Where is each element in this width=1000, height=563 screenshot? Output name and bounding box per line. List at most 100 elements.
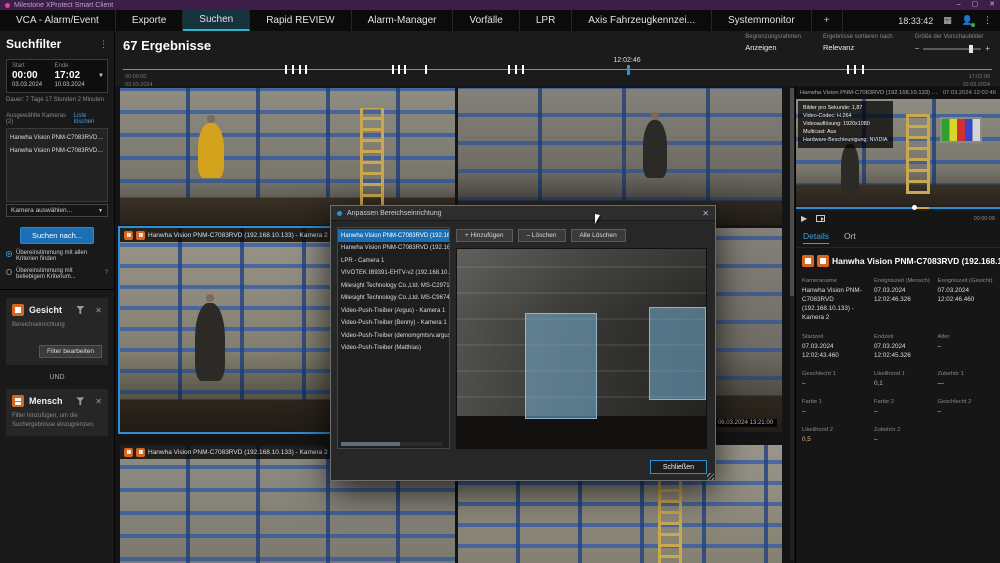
detail-field: Farbe 1– — [802, 399, 867, 416]
duration-text: Dauer: 7 Tage 17 Stunden 2 Minuten — [6, 97, 108, 103]
tab-vca-alarm-event[interactable]: VCA - Alarm/Event — [0, 10, 116, 31]
playback-mode-icon[interactable] — [816, 215, 825, 222]
chevron-down-icon: ▼ — [98, 73, 104, 79]
bbox-label: Begrenzungsrahmen — [745, 34, 801, 40]
dialog-close-icon[interactable]: ✕ — [702, 209, 709, 218]
dialog-camera-item[interactable]: Video-Push-Treiber (demomgmtsrv.argus.eu… — [338, 329, 449, 342]
playhead[interactable] — [912, 205, 917, 210]
dialog-camera-item[interactable]: Milesight Technology Co.,Ltd. MS-C2971-X… — [338, 279, 449, 292]
camera-list-item[interactable]: Hanwha Vision PNM-C7083RVD (192.168.10.1… — [7, 144, 107, 157]
tab-lpr[interactable]: LPR — [520, 10, 572, 31]
match-all-criteria-radio[interactable]: Übereinstimmung mit allen Kriterien find… — [6, 250, 108, 262]
dialog-camera-item[interactable]: Video-Push-Treiber (Benny) - Kamera 1 — [338, 317, 449, 330]
search-for-button[interactable]: Suchen nach... — [20, 227, 94, 244]
filter-card-mensch: Mensch ✕ Filter hinzufügen, um die Suche… — [6, 389, 108, 436]
person-analytics-icon — [136, 231, 145, 240]
person-head — [651, 112, 659, 120]
results-scrollbar[interactable] — [790, 88, 794, 561]
scrollbar-thumb[interactable] — [790, 88, 794, 296]
detection-zone-rect[interactable] — [525, 313, 597, 419]
result-title: Hanwha Vision PNM-C7083RVD (192.168.10.1… — [832, 256, 1000, 266]
app-window: Milestone XProtect Smart Client – ▢ ✕ VC… — [0, 0, 1000, 563]
filter-funnel-icon[interactable] — [76, 397, 84, 405]
camera-select-placeholder: Kamera auswählen... — [11, 207, 72, 214]
ladder-decor — [360, 108, 384, 208]
dialog-camera-item[interactable]: Milesight Technology Co.,Ltd. MS-C9674-P… — [338, 292, 449, 305]
zoom-in-icon[interactable]: + — [985, 44, 990, 53]
timeline-tick — [398, 65, 400, 74]
dialog-camera-item[interactable]: VIVOTEK IB9391-EHTV-v2 (192.168.10.132) … — [338, 267, 449, 280]
tab-details[interactable]: Details — [803, 231, 829, 244]
video-preview[interactable]: Bilder pro Sekunde: 1,87 Video-Codec: H.… — [796, 99, 1000, 206]
detail-field: Startzeit07.03.2024 12:02:43.460 — [802, 334, 867, 360]
dialog-camera-item[interactable]: Video-Push-Treiber (Matthias) — [338, 342, 449, 355]
export-icon[interactable]: ▦ — [943, 15, 952, 26]
dialog-titlebar[interactable]: Anpassen Bereichseinrichtung ✕ — [331, 206, 715, 221]
chevron-down-icon: ▼ — [98, 208, 103, 214]
remove-filter-icon[interactable]: ✕ — [95, 397, 102, 406]
camera-list-item[interactable]: Hanwha Vision PNM-C7083RVD (192.168.10.1… — [7, 131, 107, 144]
end-label: Ende — [55, 63, 98, 69]
tab-rapid-review[interactable]: Rapid REVIEW — [250, 10, 351, 31]
playback-progress-bar[interactable] — [796, 206, 1000, 211]
dialog-camera-item[interactable]: LPR - Camera 1 — [338, 254, 449, 267]
tab-ort[interactable]: Ort — [844, 231, 856, 244]
dialog-camera-item[interactable]: Hanwha Vision PNM-C7083RVD (192.168.10.1… — [338, 229, 449, 242]
menu-kebab-icon[interactable]: ⋮ — [983, 15, 992, 26]
thumbnail-size-option: Größe der Vorschaubilder − + — [915, 34, 990, 53]
help-icon[interactable]: ? — [105, 270, 108, 276]
dialog-camera-item[interactable]: Hanwha Vision PNM-C7083RVD (192.168.10.1… — [338, 242, 449, 255]
person-analytics-icon — [12, 395, 24, 407]
delete-all-zones-button[interactable]: Alle Löschen — [571, 229, 626, 242]
sidebar-menu-icon[interactable]: ⋮ — [99, 39, 108, 50]
timeline-end-label: 17:02:00 10.03.2024 — [962, 74, 990, 89]
add-tab-button[interactable]: + — [812, 10, 843, 31]
detail-field: Likelihood 10,1 — [874, 371, 931, 388]
selected-cameras-list: Hanwha Vision PNM-C7083RVD (192.168.10.1… — [6, 128, 108, 202]
maximize-button[interactable]: ▢ — [972, 0, 979, 10]
filter-funnel-icon[interactable] — [76, 306, 84, 314]
sort-value-dropdown[interactable]: Relevanz — [823, 43, 893, 52]
tab-axis-kennzeichen[interactable]: Axis Fahrzeugkennzei... — [572, 10, 712, 31]
thumbnail-camera-label: Hanwha Vision PNM-C7083RVD (192.168.10.1… — [148, 232, 328, 239]
area-setup-dialog: Anpassen Bereichseinrichtung ✕ Hanwha Vi… — [330, 205, 716, 481]
start-label: Start — [12, 63, 55, 69]
minimize-button[interactable]: – — [957, 0, 961, 10]
timeline-tick — [299, 65, 301, 74]
time-range-picker[interactable]: Start 00:00 03.03.2024 Ende 17:02 10.03.… — [6, 59, 108, 93]
add-zone-button[interactable]: + Hinzufügen — [456, 229, 513, 242]
dialog-list-hscrollbar[interactable] — [341, 442, 442, 446]
detail-field: Alter– — [937, 334, 994, 360]
tab-suchen[interactable]: Suchen — [183, 10, 250, 31]
slider-handle[interactable] — [969, 45, 973, 53]
hscrollbar-thumb[interactable] — [341, 442, 400, 446]
dialog-resize-grip[interactable] — [707, 473, 714, 480]
mouse-cursor — [595, 214, 600, 224]
timeline-current-marker[interactable] — [627, 65, 630, 75]
match-any-criteria-radio[interactable]: Übereinstimmung mit beliebigem Kriterium… — [6, 268, 108, 280]
zoom-out-icon[interactable]: − — [915, 44, 920, 53]
play-button[interactable]: ▶ — [801, 214, 807, 223]
zone-preview-canvas[interactable] — [456, 248, 707, 449]
tab-exporte[interactable]: Exporte — [116, 10, 183, 31]
edit-filter-button[interactable]: Filter bearbeiten — [39, 345, 102, 358]
detection-zone-rect[interactable] — [649, 307, 706, 400]
delete-zone-button[interactable]: – Löschen — [518, 229, 566, 242]
tab-systemmonitor[interactable]: Systemmonitor — [712, 10, 812, 31]
face-analytics-icon — [124, 448, 133, 457]
remove-filter-icon[interactable]: ✕ — [95, 306, 102, 315]
thumbnail-size-slider[interactable] — [923, 48, 981, 50]
online-status-dot — [971, 23, 975, 27]
tab-alarm-manager[interactable]: Alarm-Manager — [352, 10, 454, 31]
dialog-camera-item[interactable]: Video-Push-Treiber (Argus) - Kamera 1 — [338, 304, 449, 317]
results-timeline[interactable]: 12:02:46 00: — [123, 69, 992, 70]
size-label: Größe der Vorschaubilder — [915, 34, 990, 40]
close-button[interactable]: ✕ — [989, 0, 995, 10]
bbox-value-dropdown[interactable]: Anzeigen — [745, 43, 801, 52]
clear-list-link[interactable]: Liste löschen — [74, 113, 108, 125]
camera-select-dropdown[interactable]: Kamera auswählen... ▼ — [6, 204, 108, 217]
user-profile-icon[interactable]: 👤 — [962, 15, 973, 26]
playback-time: 00:00:08 — [974, 216, 995, 222]
tab-vorfaelle[interactable]: Vorfälle — [453, 10, 519, 31]
dialog-close-button[interactable]: Schließen — [650, 460, 707, 474]
